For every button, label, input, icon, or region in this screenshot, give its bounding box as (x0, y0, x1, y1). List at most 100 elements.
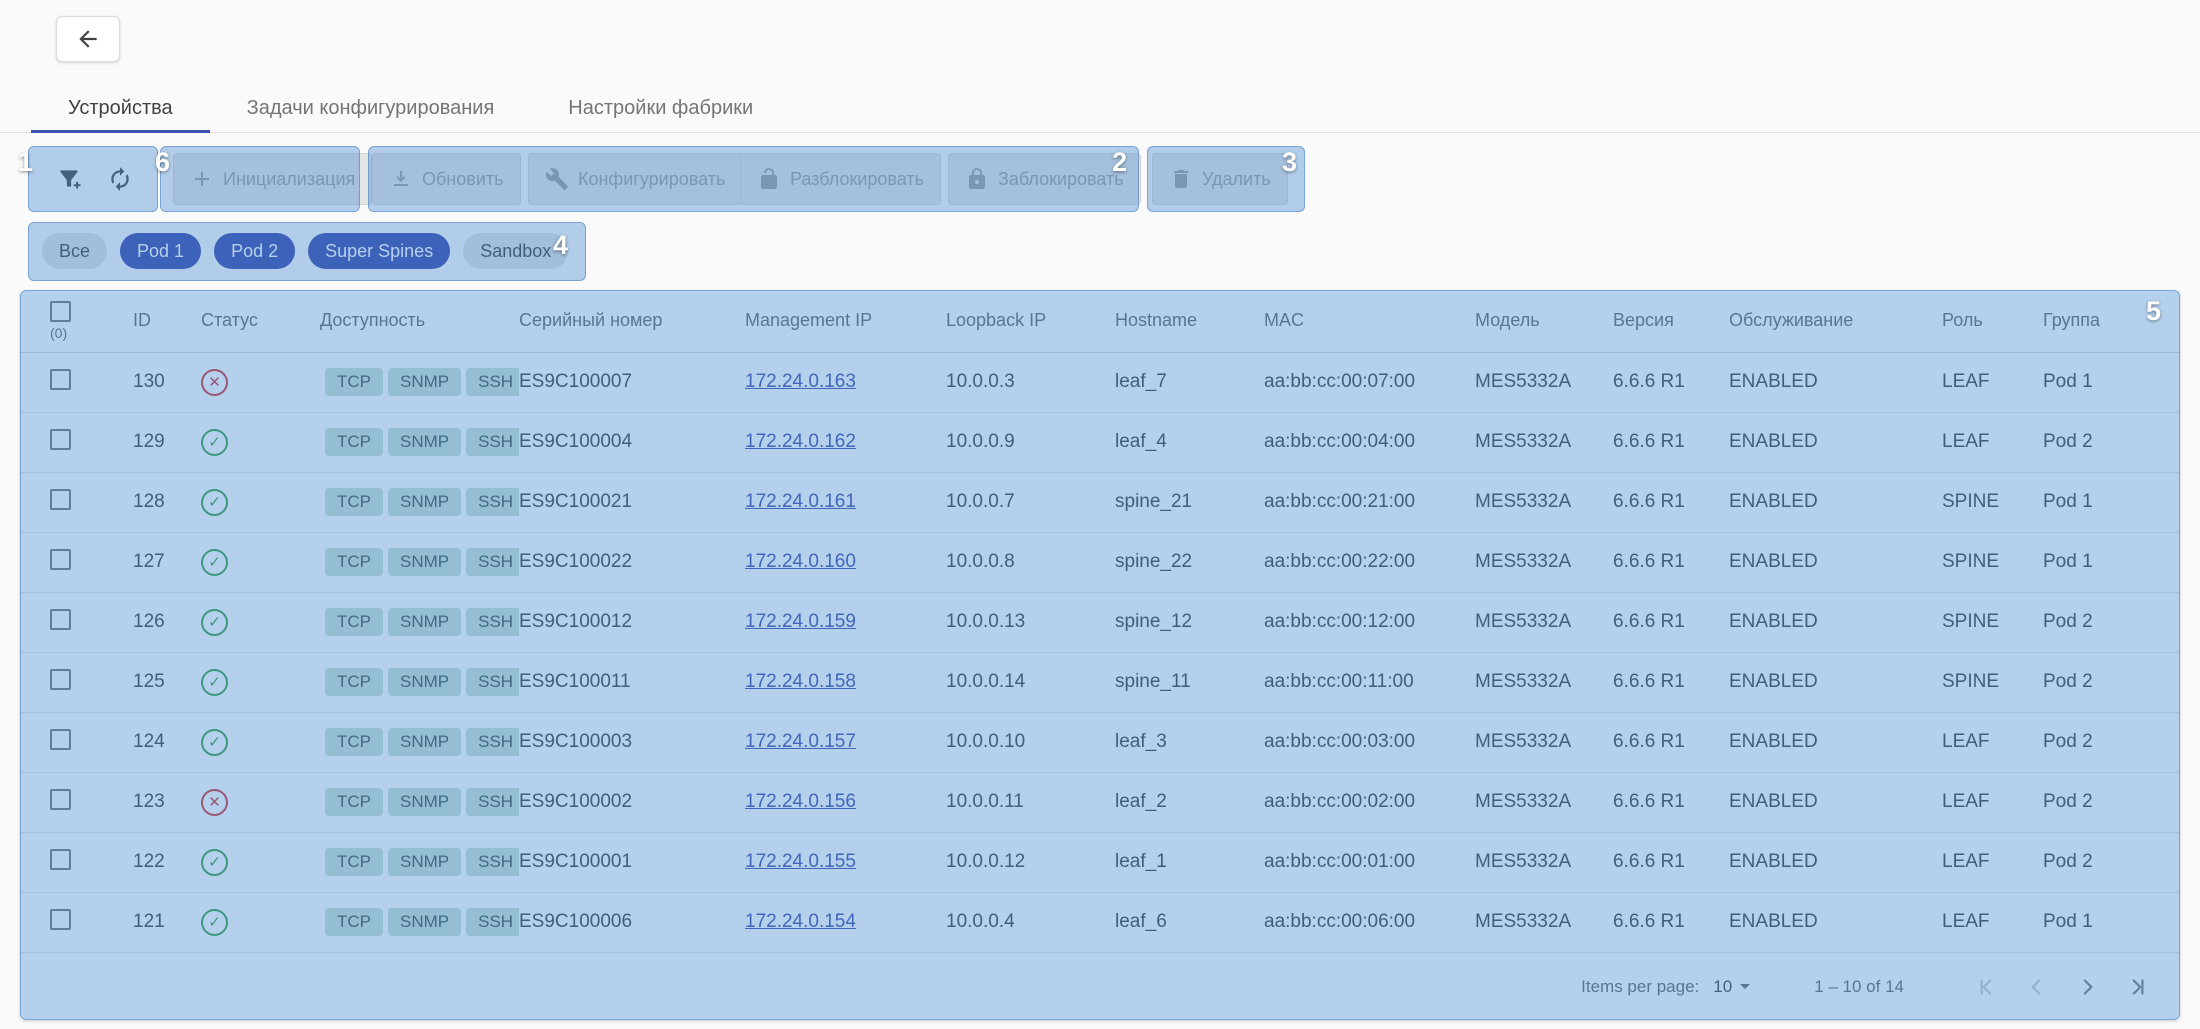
hostname: leaf_3 (1115, 712, 1264, 772)
device-model: MES5332A (1475, 832, 1613, 892)
table-row[interactable]: 121 ✓ TCPSNMPSSH ES9C100006 172.24.0.154… (20, 892, 2180, 952)
loopback-ip: 10.0.0.8 (946, 532, 1115, 592)
availability-tag: SSH (466, 608, 519, 636)
table-row[interactable]: 125 ✓ TCPSNMPSSH ES9C100011 172.24.0.158… (20, 652, 2180, 712)
serial-number: ES9C100007 (519, 352, 745, 412)
row-checkbox[interactable] (50, 369, 71, 390)
tab-задачи-конфигурирования[interactable]: Задачи конфигурирования (210, 84, 532, 133)
maintenance-state: ENABLED (1729, 592, 1942, 652)
device-id: 124 (133, 712, 201, 772)
management-ip-link[interactable]: 172.24.0.159 (745, 611, 856, 632)
col-header-mac: MAC (1264, 290, 1475, 352)
filter-chip-super-spines[interactable]: Super Spines (308, 233, 450, 269)
availability-tag: SNMP (388, 728, 461, 756)
management-ip-link[interactable]: 172.24.0.154 (745, 911, 856, 932)
col-header-management-ip: Management IP (745, 290, 946, 352)
filter-chip-pod-1[interactable]: Pod 1 (120, 233, 201, 269)
last-page-button[interactable] (2124, 974, 2150, 1000)
management-ip-link[interactable]: 172.24.0.156 (745, 791, 856, 812)
hostname: leaf_6 (1115, 892, 1264, 952)
availability-tags: TCPSNMPSSH (320, 832, 519, 892)
device-table-body: 130 ✕ TCPSNMPSSH ES9C100007 172.24.0.163… (20, 352, 2180, 952)
table-row[interactable]: 130 ✕ TCPSNMPSSH ES9C100007 172.24.0.163… (20, 352, 2180, 412)
device-group: Pod 2 (2043, 712, 2180, 772)
availability-tag: TCP (325, 488, 383, 516)
device-group: Pod 2 (2043, 652, 2180, 712)
unlock-button[interactable]: Разблокировать (740, 153, 941, 205)
tab-устройства[interactable]: Устройства (31, 84, 210, 133)
table-row[interactable]: 122 ✓ TCPSNMPSSH ES9C100001 172.24.0.155… (20, 832, 2180, 892)
update-button[interactable]: Обновить (372, 153, 521, 205)
loopback-ip: 10.0.0.7 (946, 472, 1115, 532)
management-ip-link[interactable]: 172.24.0.158 (745, 671, 856, 692)
configure-button[interactable]: Конфигурировать (528, 153, 742, 205)
row-checkbox[interactable] (50, 909, 71, 930)
table-row[interactable]: 126 ✓ TCPSNMPSSH ES9C100012 172.24.0.159… (20, 592, 2180, 652)
row-checkbox[interactable] (50, 489, 71, 510)
management-ip-link[interactable]: 172.24.0.155 (745, 851, 856, 872)
delete-button[interactable]: Удалить (1152, 153, 1288, 205)
filter-chip-все[interactable]: Все (42, 233, 107, 269)
filter-add-button[interactable] (45, 155, 93, 203)
col-header-role: Роль (1942, 290, 2043, 352)
status-ok-icon: ✓ (201, 489, 228, 516)
management-ip-link[interactable]: 172.24.0.162 (745, 431, 856, 452)
loopback-ip: 10.0.0.13 (946, 592, 1115, 652)
row-checkbox[interactable] (50, 789, 71, 810)
col-header-serial: Серийный номер (519, 290, 745, 352)
col-header-availability: Доступность (320, 290, 519, 352)
row-checkbox[interactable] (50, 849, 71, 870)
table-row[interactable]: 124 ✓ TCPSNMPSSH ES9C100003 172.24.0.157… (20, 712, 2180, 772)
table-row[interactable]: 123 ✕ TCPSNMPSSH ES9C100002 172.24.0.156… (20, 772, 2180, 832)
row-checkbox[interactable] (50, 429, 71, 450)
row-checkbox[interactable] (50, 729, 71, 750)
trash-icon (1169, 167, 1193, 191)
device-version: 6.6.6 R1 (1613, 772, 1729, 832)
status-ok-icon: ✓ (201, 669, 228, 696)
row-checkbox[interactable] (50, 549, 71, 570)
device-role: LEAF (1942, 412, 2043, 472)
availability-tag: SNMP (388, 668, 461, 696)
management-ip-link[interactable]: 172.24.0.161 (745, 491, 856, 512)
row-checkbox[interactable] (50, 609, 71, 630)
filter-chip-pod-2[interactable]: Pod 2 (214, 233, 295, 269)
first-page-button[interactable] (1974, 974, 2000, 1000)
page-size-value: 10 (1713, 977, 1732, 997)
mac-address: aa:bb:cc:00:03:00 (1264, 712, 1475, 772)
chevron-left-icon (2024, 974, 2050, 1000)
management-ip-link[interactable]: 172.24.0.160 (745, 551, 856, 572)
select-all-checkbox[interactable] (50, 301, 71, 322)
back-button[interactable] (56, 16, 120, 62)
refresh-button[interactable] (96, 155, 144, 203)
availability-tags: TCPSNMPSSH (320, 472, 519, 532)
management-ip-link[interactable]: 172.24.0.157 (745, 731, 856, 752)
maintenance-state: ENABLED (1729, 832, 1942, 892)
availability-tag: SSH (466, 488, 519, 516)
row-checkbox[interactable] (50, 669, 71, 690)
availability-tag: SSH (466, 368, 519, 396)
next-page-button[interactable] (2074, 974, 2100, 1000)
status-ok-icon: ✓ (201, 849, 228, 876)
table-row[interactable]: 128 ✓ TCPSNMPSSH ES9C100021 172.24.0.161… (20, 472, 2180, 532)
availability-tag: TCP (325, 728, 383, 756)
filter-chip-sandbox[interactable]: Sandbox (463, 233, 568, 269)
hostname: leaf_4 (1115, 412, 1264, 472)
paginator: Items per page: 10 1 – 10 of 14 (20, 953, 2180, 1021)
last-page-icon (2124, 974, 2150, 1000)
prev-page-button[interactable] (2024, 974, 2050, 1000)
table-row[interactable]: 129 ✓ TCPSNMPSSH ES9C100004 172.24.0.162… (20, 412, 2180, 472)
tab-настройки-фабрики[interactable]: Настройки фабрики (531, 84, 790, 133)
table-row[interactable]: 127 ✓ TCPSNMPSSH ES9C100022 172.24.0.160… (20, 532, 2180, 592)
availability-tag: TCP (325, 608, 383, 636)
device-role: SPINE (1942, 472, 2043, 532)
device-role: LEAF (1942, 352, 2043, 412)
page-size-select[interactable]: 10 (1713, 977, 1750, 997)
serial-number: ES9C100003 (519, 712, 745, 772)
management-ip-link[interactable]: 172.24.0.163 (745, 371, 856, 392)
col-header-loopback-ip: Loopback IP (946, 290, 1115, 352)
init-button[interactable]: Инициализация (173, 153, 372, 205)
lock-button[interactable]: Заблокировать (948, 153, 1141, 205)
availability-tag: SSH (466, 668, 519, 696)
mac-address: aa:bb:cc:00:04:00 (1264, 412, 1475, 472)
hostname: spine_11 (1115, 652, 1264, 712)
